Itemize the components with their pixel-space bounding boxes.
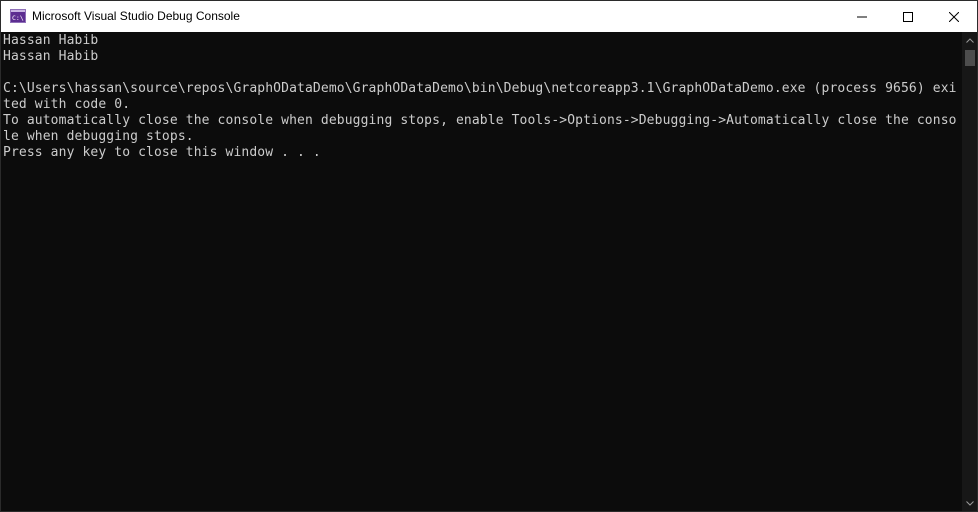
title-bar[interactable]: C:\ Microsoft Visual Studio Debug Consol… [1, 1, 977, 32]
console-line: le when debugging stops. [3, 129, 194, 144]
minimize-button[interactable] [839, 1, 885, 32]
app-icon-label: C:\ [12, 14, 24, 22]
console-line: C:\Users\hassan\source\repos\GraphODataD… [3, 81, 957, 96]
scroll-down-button[interactable] [962, 495, 977, 511]
vertical-scrollbar[interactable] [962, 32, 977, 511]
scrollbar-thumb[interactable] [965, 50, 975, 66]
maximize-icon [903, 11, 913, 22]
console-line: ted with code 0. [3, 97, 131, 112]
close-button[interactable] [931, 1, 977, 32]
maximize-button[interactable] [885, 1, 931, 32]
minimize-icon [857, 16, 867, 17]
window-title: Microsoft Visual Studio Debug Console [32, 9, 240, 23]
console-line: Hassan Habib [3, 49, 99, 64]
scroll-up-button[interactable] [962, 32, 977, 49]
chevron-up-icon [966, 38, 974, 43]
console-line: Press any key to close this window . . . [3, 145, 321, 160]
console-line: Hassan Habib [3, 33, 99, 48]
console-line: To automatically close the console when … [3, 113, 957, 128]
chevron-down-icon [966, 501, 974, 506]
debug-console-window: C:\ Microsoft Visual Studio Debug Consol… [0, 0, 978, 512]
console-output[interactable]: Hassan Habib Hassan Habib C:\Users\hassa… [1, 32, 962, 511]
console-app-icon: C:\ [10, 9, 26, 23]
close-icon [949, 11, 959, 22]
